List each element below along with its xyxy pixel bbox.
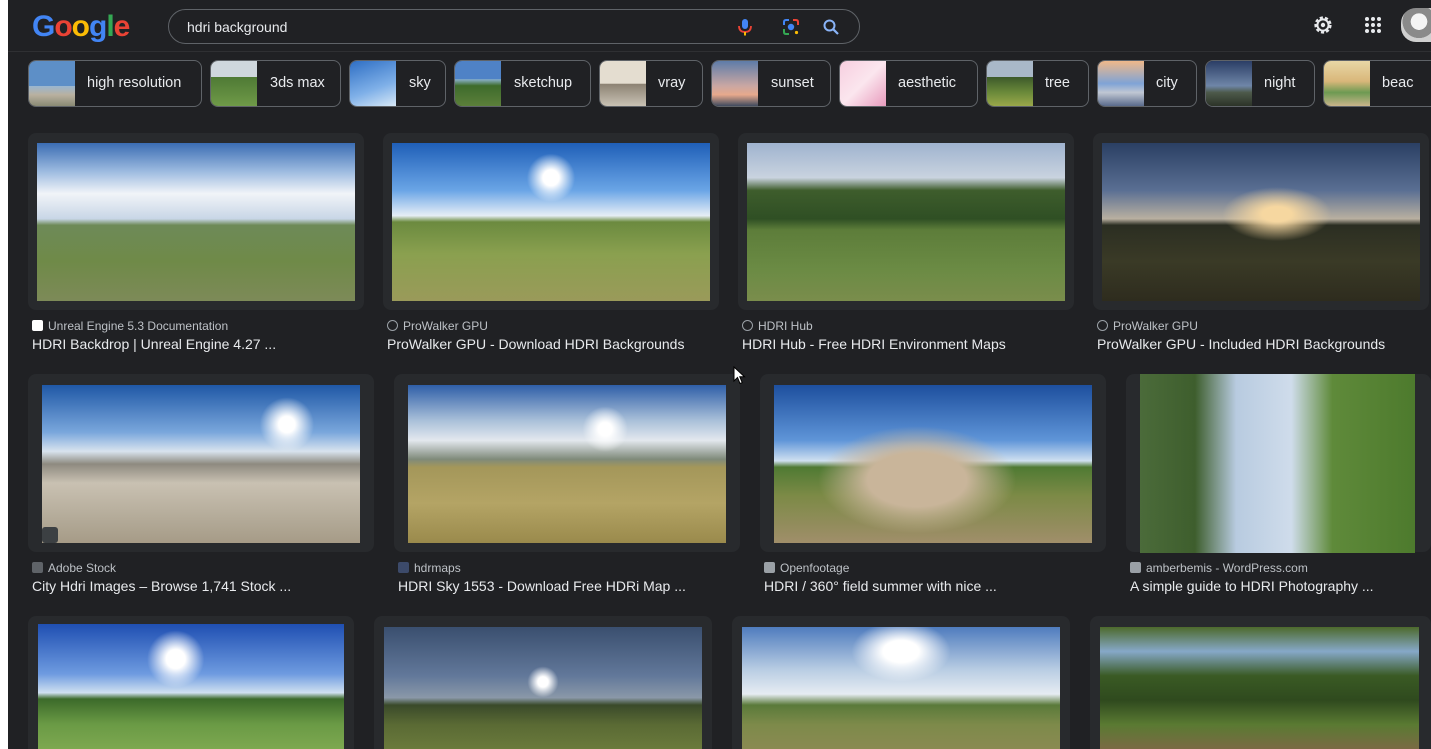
result-title[interactable]: ProWalker GPU - Included HDRI Background… [1097,336,1385,352]
apps-grid-icon[interactable] [1360,12,1386,38]
image-badge-icon [42,527,58,543]
chip-thumbnail [1324,61,1370,106]
chip-thumbnail [455,61,501,106]
site-favicon-icon [32,562,43,573]
search-icon[interactable] [820,16,842,38]
chip-label: night [1264,75,1296,91]
account-avatar[interactable] [1401,8,1431,42]
header: Google [8,0,1431,52]
chip-label: city [1156,75,1178,91]
chip-sunset[interactable]: sunset [711,60,831,107]
logo-letter: o [71,10,90,43]
source-name: amberbemis - WordPress.com [1146,561,1308,575]
result-source[interactable]: amberbemis - WordPress.com [1130,561,1308,575]
result-title[interactable]: A simple guide to HDRI Photography ... [1130,578,1374,594]
chip-label: sky [409,75,431,91]
source-name: ProWalker GPU [1113,319,1198,333]
chip-label: aesthetic [898,75,957,91]
site-favicon-icon [1130,562,1141,573]
chip-3ds-max[interactable]: 3ds max [210,60,341,107]
site-favicon-icon [764,562,775,573]
logo-letter: g [89,10,107,43]
result-source[interactable]: ProWalker GPU [387,319,488,333]
chip-thumbnail [29,61,75,106]
search-box [168,9,860,44]
result-source[interactable]: ProWalker GPU [1097,319,1198,333]
logo-letter: l [106,10,114,43]
chip-thumbnail [1206,61,1252,106]
source-name: ProWalker GPU [403,319,488,333]
chip-aesthetic[interactable]: aesthetic [839,60,978,107]
logo-letter: o [54,10,72,43]
result-image[interactable] [42,385,360,543]
search-input[interactable] [187,17,707,37]
result-image[interactable] [392,143,710,301]
result-title[interactable]: HDRI Backdrop | Unreal Engine 4.27 ... [32,336,276,352]
result-image[interactable] [384,627,702,749]
result-image[interactable] [1102,143,1420,301]
chip-label: high resolution [87,75,182,91]
result-title[interactable]: City Hdri Images – Browse 1,741 Stock ..… [32,578,291,594]
results-page: Google hdri background high resolution 3… [8,0,1431,749]
chip-thumbnail [211,61,257,106]
result-source[interactable]: Unreal Engine 5.3 Documentation [32,319,228,333]
source-name: HDRI Hub [758,319,813,333]
chip-sky[interactable]: sky [349,60,446,107]
chip-vray[interactable]: vray [599,60,703,107]
chip-label: sunset [771,75,814,91]
chip-tree[interactable]: tree [986,60,1089,107]
related-search-chips: high resolution 3ds max sky sketchup vra… [28,60,1431,108]
result-image[interactable] [747,143,1065,301]
chip-night[interactable]: night [1205,60,1315,107]
globe-icon [1097,320,1108,331]
result-source[interactable]: Openfootage [764,561,849,575]
result-title[interactable]: ProWalker GPU - Download HDRI Background… [387,336,684,352]
chip-label: sketchup [514,75,573,91]
chip-thumbnail [840,61,886,106]
chip-label: 3ds max [270,75,325,91]
result-image[interactable] [742,627,1060,749]
source-name: hdrmaps [414,561,461,575]
result-image[interactable] [774,385,1092,543]
chip-label: vray [658,75,686,91]
result-title[interactable]: HDRI Hub - Free HDRI Environment Maps [742,336,1006,352]
result-image[interactable] [408,385,726,543]
chip-sketchup[interactable]: sketchup [454,60,591,107]
result-image[interactable] [37,143,355,301]
result-source[interactable]: Adobe Stock [32,561,116,575]
site-favicon-icon [398,562,409,573]
chip-thumbnail [987,61,1033,106]
source-name: Openfootage [780,561,850,575]
result-image[interactable] [1140,374,1415,553]
settings-gear-icon[interactable] [1310,12,1336,38]
chip-label: beac [1382,75,1414,91]
chip-thumbnail [712,61,758,106]
result-source[interactable]: hdrmaps [398,561,461,575]
result-image[interactable] [38,624,344,749]
google-lens-icon[interactable] [780,16,802,38]
chip-thumbnail [600,61,646,106]
google-logo[interactable]: Google [32,10,131,44]
globe-icon [742,320,753,331]
globe-icon [387,320,398,331]
microphone-icon[interactable] [734,16,756,38]
chip-city[interactable]: city [1097,60,1197,107]
result-title[interactable]: HDRI Sky 1553 - Download Free HDRi Map .… [398,578,686,594]
result-source[interactable]: HDRI Hub [742,319,813,333]
chip-beach[interactable]: beac [1323,60,1431,107]
source-name: Unreal Engine 5.3 Documentation [48,319,229,333]
logo-letter: G [32,10,55,43]
chip-thumbnail [350,61,396,106]
result-image[interactable] [1100,627,1419,749]
source-name: Adobe Stock [48,561,117,575]
chip-high-resolution[interactable]: high resolution [28,60,202,107]
left-window-edge [0,0,8,749]
logo-letter: e [113,10,131,43]
site-favicon-icon [32,320,43,331]
result-title[interactable]: HDRI / 360° field summer with nice ... [764,578,997,594]
chip-thumbnail [1098,61,1144,106]
chip-label: tree [1045,75,1070,91]
